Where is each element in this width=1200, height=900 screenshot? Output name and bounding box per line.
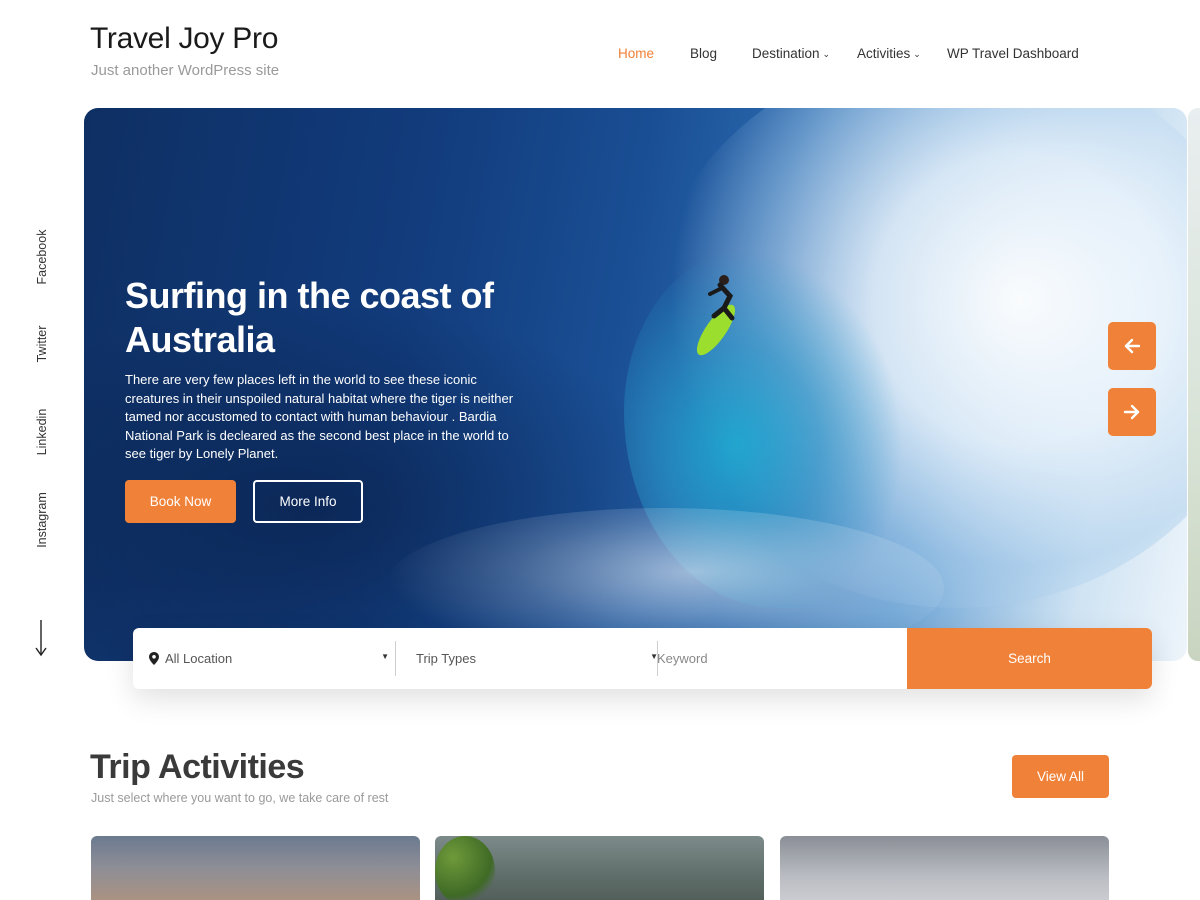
slider-next-button[interactable]: [1108, 388, 1156, 436]
nav-item-label: Activities: [857, 46, 911, 61]
arrow-down-icon[interactable]: [32, 618, 50, 658]
nav-item-home[interactable]: Home: [618, 46, 654, 61]
main-nav: Home Blog Destination ⌄ Activities ⌄ WP Tr…: [0, 46, 1200, 66]
hero-slider: Surfing in the coast of Australia There …: [84, 108, 1187, 661]
social-link-instagram[interactable]: Instagram: [35, 484, 49, 556]
location-select-value: All Location: [165, 651, 233, 666]
book-now-button[interactable]: Book Now: [125, 480, 236, 523]
next-slide-preview: [1188, 108, 1200, 661]
activity-card[interactable]: [435, 836, 764, 900]
search-divider: [395, 641, 396, 676]
social-link-linkedin[interactable]: Linkedin: [35, 404, 49, 460]
nav-item-wp-travel-dashboard[interactable]: WP Travel Dashboard: [947, 46, 1079, 61]
card-image-foliage: [435, 836, 495, 900]
chevron-down-icon: ⌄: [913, 49, 921, 59]
social-link-twitter[interactable]: Twitter: [35, 316, 49, 372]
activity-card[interactable]: [91, 836, 420, 900]
nav-item-destination[interactable]: Destination ⌄: [752, 46, 830, 61]
nav-item-label: Destination: [752, 46, 820, 61]
caret-down-icon: ▼: [381, 652, 389, 661]
keyword-input[interactable]: [657, 640, 897, 677]
hero-title: Surfing in the coast of Australia: [125, 275, 494, 360]
nav-item-activities[interactable]: Activities ⌄: [857, 46, 921, 61]
view-all-button[interactable]: View All: [1012, 755, 1109, 798]
social-link-facebook[interactable]: Facebook: [35, 229, 49, 285]
slider-prev-button[interactable]: [1108, 322, 1156, 370]
search-button[interactable]: Search: [907, 628, 1152, 689]
nav-item-blog[interactable]: Blog: [690, 46, 717, 61]
surfer-image: [696, 275, 736, 356]
location-select[interactable]: All Location ▼: [149, 628, 395, 689]
arrow-right-icon: [1123, 404, 1140, 420]
activity-card[interactable]: [780, 836, 1109, 900]
section-title: Trip Activities: [90, 748, 305, 786]
arrow-left-icon: [1124, 338, 1141, 354]
map-pin-icon: [149, 652, 159, 665]
trip-search-bar: All Location ▼ Trip Types ▼ Search: [133, 628, 1152, 689]
trip-types-select[interactable]: Trip Types ▼: [416, 628, 658, 689]
trip-types-select-value: Trip Types: [416, 651, 476, 666]
hero-description: There are very few places left in the wo…: [125, 372, 514, 461]
chevron-down-icon: ⌄: [822, 49, 831, 59]
section-subtitle: Just select where you want to go, we tak…: [91, 791, 389, 805]
more-info-button[interactable]: More Info: [253, 480, 363, 523]
